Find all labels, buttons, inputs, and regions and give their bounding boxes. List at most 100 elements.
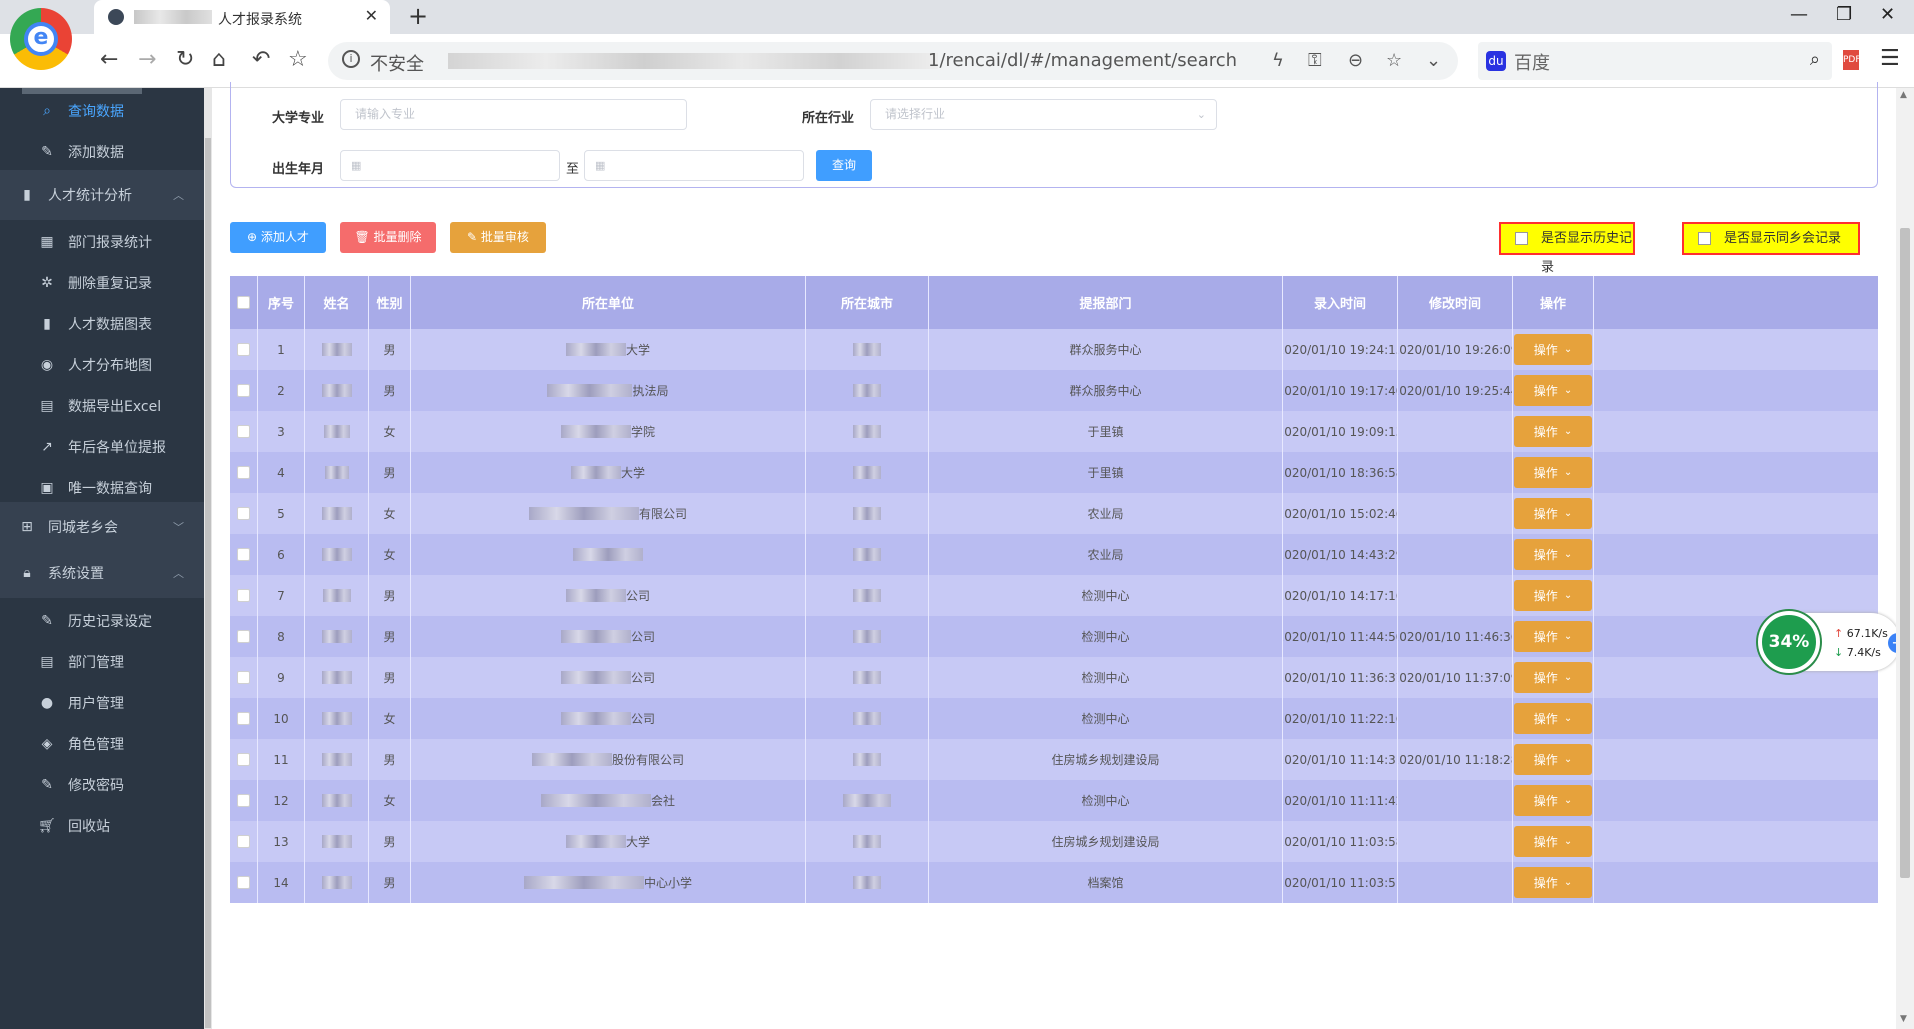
browser-tab[interactable]: 人才报录系统 ✕ — [94, 0, 390, 34]
add-talent-button[interactable]: ⊕ 添加人才 — [230, 222, 326, 253]
row-action-button[interactable]: 操作 ⌄ — [1514, 498, 1592, 529]
modified-cell — [1398, 411, 1513, 452]
table-row[interactable]: 7 男 公司 检测中心 2020/01/10 14:17:16 操作 ⌄ — [230, 575, 1878, 616]
key-icon[interactable]: ⚿ — [1308, 50, 1322, 71]
industry-select[interactable]: 请选择行业 ⌄ — [870, 99, 1217, 130]
close-window-icon[interactable]: ✕ — [1880, 4, 1895, 25]
show-hometown-checkbox[interactable] — [1698, 232, 1711, 245]
bar-chart-icon: ▮ — [23, 187, 31, 203]
zoom-icon[interactable]: ⊖ — [1348, 50, 1363, 71]
row-checkbox[interactable] — [237, 753, 250, 766]
batch-delete-label: 批量删除 — [373, 230, 422, 244]
select-all-checkbox[interactable] — [237, 296, 250, 309]
show-history-checkbox[interactable] — [1515, 232, 1528, 245]
show-history-toggle[interactable]: 是否显示历史记录 — [1499, 222, 1635, 275]
select-cell — [230, 780, 258, 821]
row-checkbox[interactable] — [237, 384, 250, 397]
table-row[interactable]: 8 男 公司 检测中心 2020/01/10 11:44:50 2020/01/10 11… — [230, 616, 1878, 657]
scroll-thumb[interactable] — [1900, 228, 1910, 878]
tab-close-icon[interactable]: ✕ — [365, 6, 378, 25]
reload-icon[interactable]: ↻ — [176, 47, 194, 72]
sidebar-item[interactable]: ⊞ 同城老乡会 ﹀ — [0, 502, 204, 552]
show-hometown-toggle[interactable]: 是否显示同乡会记录 — [1682, 222, 1860, 255]
op-cell: 操作 ⌄ — [1513, 821, 1594, 862]
row-action-button[interactable]: 操作 ⌄ — [1514, 662, 1592, 693]
table-row[interactable]: 2 男 执法局 群众服务中心 2020/01/10 19:17:40 2020/01/10… — [230, 370, 1878, 411]
minimize-icon[interactable]: — — [1790, 4, 1808, 25]
birth-start-input[interactable]: ▦ — [340, 150, 560, 181]
redacted-unit — [570, 466, 621, 479]
row-checkbox[interactable] — [237, 343, 250, 356]
scroll-down-icon[interactable]: ▼ — [1900, 1014, 1907, 1024]
forward-icon[interactable]: → — [138, 47, 156, 72]
table-header-cell: 所在城市 — [806, 276, 929, 329]
sidebar-item[interactable]: ▮ 人才统计分析 ︿ — [0, 170, 204, 220]
bookmark-star-icon[interactable]: ☆ — [1386, 50, 1402, 71]
unit-cell: 学院 — [411, 411, 806, 452]
birth-end-input[interactable]: ▦ — [584, 150, 804, 181]
search-engine-box[interactable]: du 百度 ⌕ — [1478, 42, 1832, 80]
address-bar[interactable]: i 不安全 1/rencai/dl/#/management/search ϟ … — [328, 42, 1458, 80]
network-speed-widget[interactable]: 34% ↑ 67.1K/s ↓ 7.4K/s + — [1758, 611, 1908, 673]
pdf-extension-icon[interactable]: PDF — [1843, 50, 1861, 70]
row-checkbox[interactable] — [237, 630, 250, 643]
undo-close-icon[interactable]: ↶ — [252, 47, 270, 72]
row-action-button[interactable]: 操作 ⌄ — [1514, 621, 1592, 652]
row-checkbox[interactable] — [237, 712, 250, 725]
row-action-button[interactable]: 操作 ⌄ — [1514, 785, 1592, 816]
sidebar-scrollbar[interactable] — [204, 88, 212, 1029]
sidebar-item[interactable]: 🔒︎ 系统设置 ︿ — [0, 548, 204, 598]
query-button[interactable]: 查询 — [816, 150, 872, 181]
browser-menu-icon[interactable]: ☰ — [1880, 46, 1900, 71]
row-checkbox[interactable] — [237, 794, 250, 807]
info-icon[interactable]: i — [342, 50, 360, 68]
chevron-down-icon[interactable]: ⌄ — [1426, 50, 1441, 71]
sidebar-item-label: 系统设置 — [48, 566, 104, 582]
redacted-unit — [565, 343, 626, 356]
table-row[interactable]: 6 女 农业局 2020/01/10 14:43:29 操作 ⌄ — [230, 534, 1878, 575]
row-checkbox[interactable] — [237, 589, 250, 602]
row-action-button[interactable]: 操作 ⌄ — [1514, 580, 1592, 611]
home-icon[interactable]: ⌂ — [212, 47, 226, 72]
search-icon[interactable]: ⌕ — [1810, 49, 1820, 70]
main-scrollbar[interactable]: ▲ ▼ — [1896, 88, 1914, 1029]
batch-delete-button[interactable]: 🗑︎ 批量删除 — [340, 222, 436, 253]
unit-cell: 公司 — [411, 698, 806, 739]
batch-review-button[interactable]: ✎ 批量审核 — [450, 222, 546, 253]
new-tab-button[interactable]: + — [408, 2, 428, 30]
restore-icon[interactable]: ❐ — [1836, 4, 1852, 25]
created-cell: 2020/01/10 15:02:46 — [1283, 493, 1398, 534]
table-row[interactable]: 9 男 公司 检测中心 2020/01/10 11:36:37 2020/01/10 11… — [230, 657, 1878, 698]
row-checkbox[interactable] — [237, 876, 250, 889]
table-row[interactable]: 12 女 会社 检测中心 2020/01/10 11:11:42 操作 ⌄ — [230, 780, 1878, 821]
favorite-star-icon[interactable]: ☆ — [288, 47, 308, 72]
row-checkbox[interactable] — [237, 671, 250, 684]
table-row[interactable]: 1 男 大学 群众服务中心 2020/01/10 19:24:15 2020/01/10 … — [230, 329, 1878, 370]
table-row[interactable]: 13 男 大学 住房城乡规划建设局 2020/01/10 11:03:58 操作 ⌄ — [230, 821, 1878, 862]
table-row[interactable]: 5 女 有限公司 农业局 2020/01/10 15:02:46 操作 ⌄ — [230, 493, 1878, 534]
table-row[interactable]: 3 女 学院 于里镇 2020/01/10 19:09:13 操作 ⌄ — [230, 411, 1878, 452]
row-checkbox[interactable] — [237, 425, 250, 438]
table-row[interactable]: 14 男 中心小学 档案馆 2020/01/10 11:03:51 操作 ⌄ — [230, 862, 1878, 903]
major-input[interactable]: 请输入专业 — [340, 99, 687, 130]
row-action-button[interactable]: 操作 ⌄ — [1514, 826, 1592, 857]
table-row[interactable]: 4 男 大学 于里镇 2020/01/10 18:36:58 操作 ⌄ — [230, 452, 1878, 493]
scroll-up-icon[interactable]: ▲ — [1900, 90, 1907, 100]
table-row[interactable]: 10 女 公司 检测中心 2020/01/10 11:22:16 操作 ⌄ — [230, 698, 1878, 739]
lightning-icon[interactable]: ϟ — [1272, 50, 1284, 71]
row-action-button[interactable]: 操作 ⌄ — [1514, 375, 1592, 406]
back-icon[interactable]: ← — [100, 47, 118, 72]
row-action-button[interactable]: 操作 ⌄ — [1514, 457, 1592, 488]
row-action-button[interactable]: 操作 ⌄ — [1514, 744, 1592, 775]
row-checkbox[interactable] — [237, 466, 250, 479]
row-checkbox[interactable] — [237, 507, 250, 520]
row-checkbox[interactable] — [237, 548, 250, 561]
table-row[interactable]: 11 男 股份有限公司 住房城乡规划建设局 2020/01/10 11:14:31 202… — [230, 739, 1878, 780]
row-action-button[interactable]: 操作 ⌄ — [1514, 867, 1592, 898]
row-action-button[interactable]: 操作 ⌄ — [1514, 703, 1592, 734]
sidebar-item[interactable]: 🛒︎ 回收站 — [0, 801, 204, 851]
row-checkbox[interactable] — [237, 835, 250, 848]
row-action-button[interactable]: 操作 ⌄ — [1514, 416, 1592, 447]
row-action-button[interactable]: 操作 ⌄ — [1514, 334, 1592, 365]
row-action-button[interactable]: 操作 ⌄ — [1514, 539, 1592, 570]
